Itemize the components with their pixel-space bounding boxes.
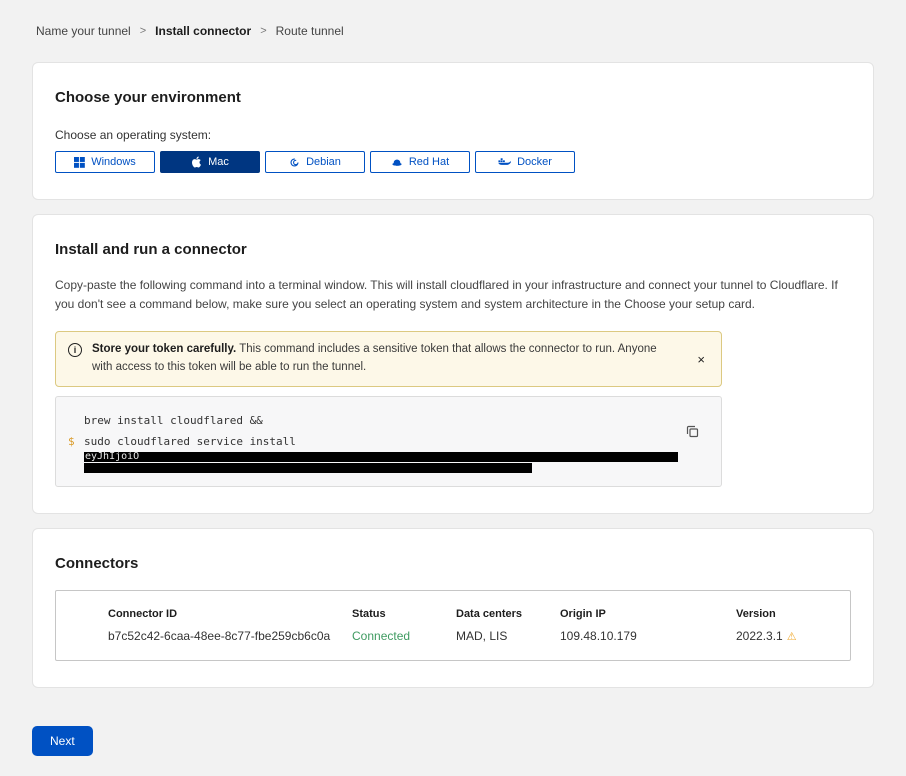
info-icon-glyph: i bbox=[74, 345, 77, 355]
os-button-mac[interactable]: Mac bbox=[160, 151, 260, 173]
step-name-your-tunnel[interactable]: Name your tunnel bbox=[36, 24, 131, 38]
os-button-docker[interactable]: Docker bbox=[475, 151, 575, 173]
version-cell: 2022.3.1 ⚠ bbox=[736, 625, 850, 660]
close-icon[interactable]: × bbox=[693, 350, 709, 369]
os-button-label: Docker bbox=[517, 156, 552, 168]
shell-prompt: $ bbox=[68, 431, 84, 452]
os-select-label: Choose an operating system: bbox=[55, 128, 851, 142]
redacted-token-bar: eyJhIjoiO bbox=[84, 452, 678, 462]
col-header-origin-ip: Origin IP bbox=[560, 591, 736, 625]
docker-icon bbox=[498, 157, 511, 167]
code-line-2: $sudo cloudflared service install bbox=[68, 431, 681, 452]
code-text: sudo cloudflared service install bbox=[84, 431, 296, 452]
os-button-label: Mac bbox=[208, 156, 229, 168]
status-cell: Connected bbox=[352, 625, 456, 660]
origin-ip-cell: 109.48.10.179 bbox=[560, 625, 736, 660]
code-text: brew install cloudflared && bbox=[84, 410, 269, 431]
step-route-tunnel[interactable]: Route tunnel bbox=[276, 24, 344, 38]
warning-icon: ⚠ bbox=[787, 631, 797, 643]
table-row: b7c52c42-6caa-48ee-8c77-fbe259cb6c0a Con… bbox=[56, 625, 850, 660]
data-centers-cell: MAD, LIS bbox=[456, 625, 560, 660]
col-header-status: Status bbox=[352, 591, 456, 625]
col-header-version: Version bbox=[736, 591, 850, 625]
os-button-label: Debian bbox=[306, 156, 341, 168]
page: Name your tunnel > Install connector > R… bbox=[0, 0, 906, 776]
environment-card-title: Choose your environment bbox=[55, 89, 851, 106]
connectors-card-title: Connectors bbox=[55, 555, 851, 572]
breadcrumb-separator: > bbox=[140, 25, 146, 37]
environment-card: Choose your environment Choose an operat… bbox=[32, 62, 874, 200]
col-header-data-centers: Data centers bbox=[456, 591, 560, 625]
apple-icon bbox=[191, 156, 202, 168]
install-description: Copy-paste the following command into a … bbox=[55, 276, 851, 313]
os-button-redhat[interactable]: Red Hat bbox=[370, 151, 470, 173]
next-button[interactable]: Next bbox=[32, 726, 93, 756]
os-button-windows[interactable]: Windows bbox=[55, 151, 155, 173]
token-warning-alert: i Store your token carefully. This comma… bbox=[55, 331, 722, 387]
col-header-connector-id: Connector ID bbox=[56, 591, 352, 625]
os-button-debian[interactable]: Debian bbox=[265, 151, 365, 173]
alert-title: Store your token carefully. bbox=[92, 343, 236, 355]
debian-icon bbox=[289, 157, 300, 168]
windows-icon bbox=[74, 157, 85, 168]
connector-id-cell: b7c52c42-6caa-48ee-8c77-fbe259cb6c0a bbox=[56, 625, 352, 660]
copy-icon[interactable] bbox=[686, 425, 699, 441]
redhat-icon bbox=[391, 157, 403, 168]
step-install-connector[interactable]: Install connector bbox=[155, 24, 251, 38]
token-prefix: eyJhIjoiO bbox=[84, 452, 678, 462]
redacted-token-line bbox=[68, 462, 681, 473]
version-value: 2022.3.1 bbox=[736, 629, 783, 643]
install-card: Install and run a connector Copy-paste t… bbox=[32, 214, 874, 514]
install-command-block: brew install cloudflared && $sudo cloudf… bbox=[55, 396, 722, 487]
install-card-title: Install and run a connector bbox=[55, 241, 851, 258]
code-line-1: brew install cloudflared && bbox=[68, 410, 681, 431]
os-button-group: Windows Mac Debian Red Hat bbox=[55, 151, 851, 173]
os-button-label: Windows bbox=[91, 156, 136, 168]
connectors-card: Connectors Connector ID Status Data cent… bbox=[32, 528, 874, 688]
breadcrumb-separator: > bbox=[260, 25, 266, 37]
os-button-label: Red Hat bbox=[409, 156, 449, 168]
breadcrumb: Name your tunnel > Install connector > R… bbox=[36, 24, 874, 38]
connectors-table: Connector ID Status Data centers Origin … bbox=[55, 590, 851, 661]
alert-text: Store your token carefully. This command… bbox=[92, 341, 679, 377]
info-icon: i bbox=[68, 343, 82, 357]
table-header-row: Connector ID Status Data centers Origin … bbox=[56, 591, 850, 625]
redacted-token-bar bbox=[84, 463, 532, 473]
redacted-token-line: eyJhIjoiO bbox=[68, 452, 681, 462]
